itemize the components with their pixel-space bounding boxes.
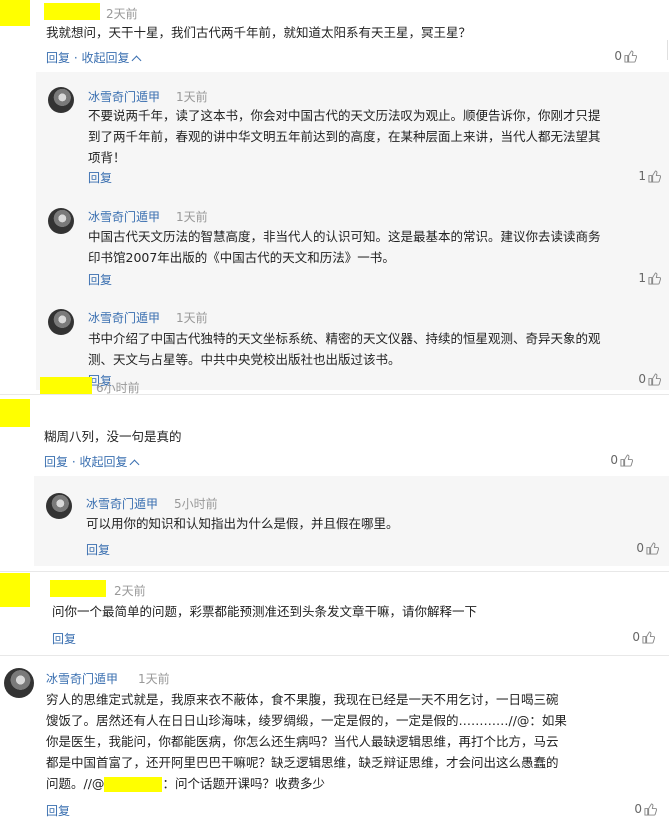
reply-button[interactable]: 回复 (46, 802, 70, 819)
like-count: 0 (632, 630, 640, 644)
text-line: 馊饭了。居然还有人在日日山珍海味，绫罗绸缎，一定是假的，一定是假的…………//@… (46, 713, 567, 728)
redacted-username (44, 3, 100, 20)
like-count: 0 (610, 453, 618, 467)
reply-button[interactable]: 回复 (88, 169, 112, 186)
redacted-username (50, 580, 106, 597)
like-count: 0 (634, 802, 642, 816)
reply-time: 1天前 (176, 210, 208, 224)
redacted-avatar (0, 0, 30, 26)
text-line: 到了两千年前，春观的讲中华文明五年前达到的高度，在某种层面上来讲，当代人都无法望… (88, 129, 601, 144)
reply-time: 1天前 (176, 311, 208, 325)
reply-button[interactable]: 回复 (44, 455, 68, 469)
reply-author[interactable]: 冰雪奇门遁甲 (88, 88, 160, 105)
reply-button[interactable]: 回复 (86, 541, 110, 558)
thumbs-up-icon[interactable] (646, 542, 659, 555)
reply-text: 中国古代天文历法的智慧高度，非当代人的认识可知。这是最基本的常识。建议你去读读商… (88, 226, 668, 268)
reply-button[interactable]: 回复 (52, 630, 76, 647)
text-line-end: ：问个话题开课吗？收费多少 (162, 776, 325, 791)
thumbs-up-icon[interactable] (648, 272, 661, 285)
chevron-up-icon (129, 459, 139, 470)
reply-text: 不要说两千年，读了这本书，你会对中国古代的天文历法叹为观止。顺便告诉你，你刚才只… (88, 105, 668, 168)
comment-actions: 回复 · 收起回复 (46, 49, 141, 66)
separator: · (73, 51, 78, 65)
text-line: 你是医生，我能问，你都能医病，你怎么还生病吗？当代人最缺逻辑思维，再打个比方，马… (46, 734, 559, 749)
reply-button[interactable]: 回复 (88, 271, 112, 288)
collapse-replies-button[interactable]: 收起回复 (81, 51, 141, 66)
comment-time: 2天前 (106, 7, 138, 21)
text-line: 穷人的思维定式就是，我原来衣不蔽体，食不果腹，我现在已经是一天不用乞讨，一日喝三… (46, 692, 559, 707)
redacted-username (40, 377, 92, 394)
user-avatar (48, 87, 74, 113)
like-count: 0 (614, 49, 622, 63)
user-avatar (46, 493, 72, 519)
comment-text: 我就想问，天干十星，我们古代两千年前，就知道太阳系有天王星，冥王星？ (46, 25, 472, 40)
text-line: 项背！ (88, 150, 126, 165)
thumbs-up-icon[interactable] (648, 170, 661, 183)
chevron-up-icon (131, 55, 141, 66)
reply-time: 5小时前 (174, 497, 218, 511)
comment-text: 穷人的思维定式就是，我原来衣不蔽体，食不果腹，我现在已经是一天不用乞讨，一日喝三… (46, 689, 666, 794)
separator: · (71, 455, 76, 469)
text-line-start: 问题。//@ (46, 776, 105, 791)
thumbs-up-icon[interactable] (620, 454, 633, 467)
text-line: 都是中国首富了，还开阿里巴巴干嘛呢？缺乏逻辑思维，缺乏辩证思维，才会问出这么愚蠢… (46, 755, 559, 770)
thumbs-up-icon[interactable] (648, 373, 661, 386)
text-line: 测、天文与占星等。中共中央党校出版社也出版过该书。 (88, 352, 401, 367)
comment-author[interactable]: 冰雪奇门遁甲 (46, 670, 118, 687)
comment-text: 问你一个最简单的问题，彩票都能预测准还到头条发文章干嘛，请你解释一下 (52, 604, 478, 619)
text-line: 问题。//@ ：问个话题开课吗？收费多少 (46, 773, 666, 794)
user-avatar (48, 309, 74, 335)
like-count: 1 (638, 271, 646, 285)
comment-actions: 回复 · 收起回复 (44, 453, 139, 470)
redacted-avatar (0, 573, 30, 607)
thumbs-up-icon[interactable] (642, 631, 655, 644)
reply-text: 书中介绍了中国古代独特的天文坐标系统、精密的天文仪器、持续的恒星观测、奇异天象的… (88, 328, 668, 370)
reply-author[interactable]: 冰雪奇门遁甲 (88, 208, 160, 225)
reply-author[interactable]: 冰雪奇门遁甲 (86, 495, 158, 512)
text-line: 中国古代天文历法的智慧高度，非当代人的认识可知。这是最基本的常识。建议你去读读商… (88, 229, 601, 244)
thumbs-up-icon[interactable] (624, 50, 637, 63)
text-line: 书中介绍了中国古代独特的天文坐标系统、精密的天文仪器、持续的恒星观测、奇异天象的… (88, 331, 601, 346)
scroll-edge (667, 40, 668, 60)
like-count: 0 (638, 372, 646, 386)
reply-time: 1天前 (176, 90, 208, 104)
user-avatar (48, 208, 74, 234)
reply-author[interactable]: 冰雪奇门遁甲 (88, 309, 160, 326)
collapse-label: 收起回复 (79, 455, 128, 469)
text-line: 不要说两千年，读了这本书，你会对中国古代的天文历法叹为观止。顺便告诉你，你刚才只… (88, 108, 601, 123)
text-line: 印书馆2007年出版的《中国古代的天文和历法》一书。 (88, 250, 395, 265)
comment-time: 1天前 (138, 672, 170, 686)
reply-text: 可以用你的知识和认知指出为什么是假，并且假在哪里。 (86, 513, 646, 534)
comment-time: 2天前 (114, 584, 146, 598)
like-count: 0 (636, 541, 644, 555)
divider (0, 571, 669, 572)
redacted-avatar (0, 399, 30, 427)
collapse-label: 收起回复 (81, 51, 130, 65)
comment-text: 糊周八列，没一句是真的 (44, 429, 182, 444)
user-avatar (4, 668, 34, 698)
like-count: 1 (638, 169, 646, 183)
redacted-username (104, 777, 163, 792)
divider (0, 655, 669, 656)
collapse-replies-button[interactable]: 收起回复 (79, 455, 139, 470)
comment-time: 6小时前 (96, 381, 140, 395)
thumbs-up-icon[interactable] (644, 803, 657, 816)
text-line: 可以用你的知识和认知指出为什么是假，并且假在哪里。 (86, 516, 399, 531)
reply-button[interactable]: 回复 (46, 51, 70, 65)
